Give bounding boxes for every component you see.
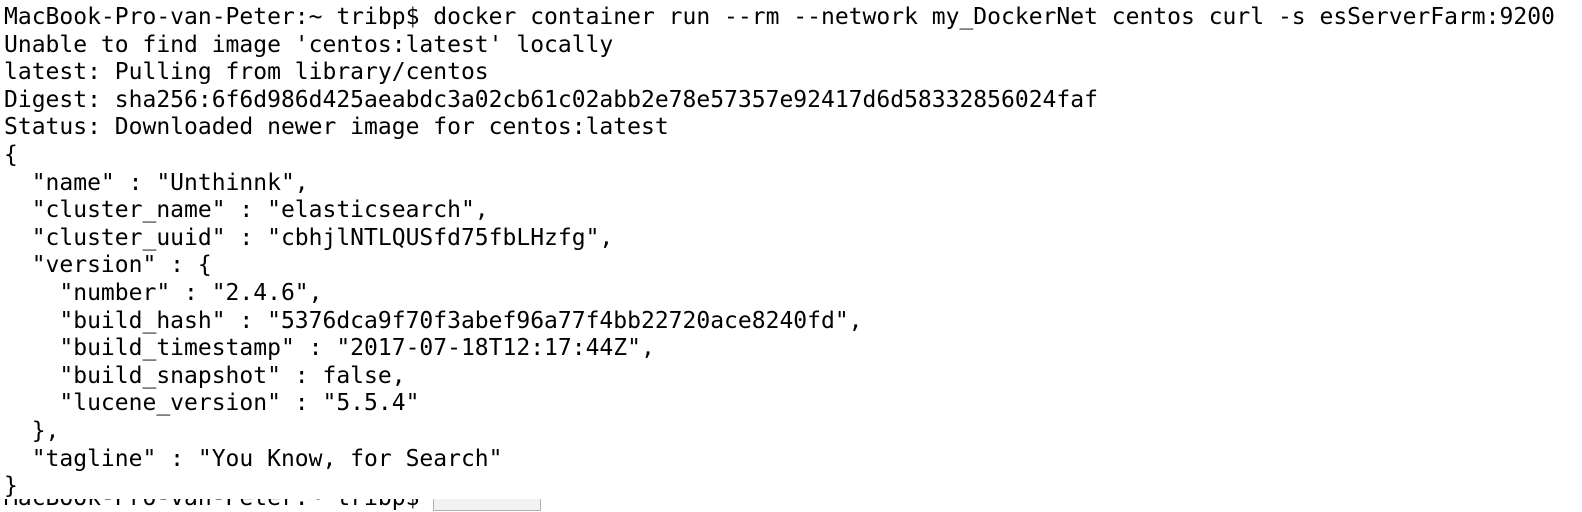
terminal-line: "lucene_version" : "5.5.4" (4, 390, 420, 417)
terminal-line: "cluster_uuid" : "cbhjlNTLQUSfd75fbLHzfg… (4, 224, 614, 251)
terminal-window[interactable]: MacBook-Pro-van-Peter:~ tribp$ docker co… (0, 0, 1582, 512)
terminal-line: latest: Pulling from library/centos (4, 59, 489, 86)
terminal-line: { (4, 141, 18, 168)
terminal-line: }, (4, 417, 60, 444)
terminal-line: "number" : "2.4.6", (4, 279, 323, 306)
terminal-line: Unable to find image 'centos:latest' loc… (4, 31, 614, 58)
terminal-line: Status: Downloaded newer image for cento… (4, 114, 669, 141)
terminal-cursor[interactable] (433, 499, 542, 511)
terminal-line: "tagline" : "You Know, for Search" (4, 445, 503, 472)
terminal-line: "version" : { (4, 252, 212, 279)
terminal-prompt-partial: MacBook-Pro-van-Peter:~ tribp$ (4, 499, 542, 512)
terminal-prompt-text: MacBook-Pro-van-Peter:~ tribp$ (4, 499, 433, 511)
terminal-line: "name" : "Unthinnk", (4, 169, 309, 196)
terminal-prompt-line: MacBook-Pro-van-Peter:~ tribp$ (4, 499, 542, 512)
terminal-line: Digest: sha256:6f6d986d425aeabdc3a02cb61… (4, 86, 1098, 113)
terminal-line-command: MacBook-Pro-van-Peter:~ tribp$ docker co… (4, 4, 1555, 30)
terminal-line: } (4, 473, 18, 500)
terminal-line: "cluster_name" : "elasticsearch", (4, 197, 489, 224)
terminal-line: "build_hash" : "5376dca9f70f3abef96a77f4… (4, 307, 863, 334)
terminal-output: MacBook-Pro-van-Peter:~ tribp$ docker co… (4, 4, 1555, 501)
terminal-line: "build_snapshot" : false, (4, 362, 406, 389)
terminal-line: "build_timestamp" : "2017-07-18T12:17:44… (4, 335, 655, 362)
